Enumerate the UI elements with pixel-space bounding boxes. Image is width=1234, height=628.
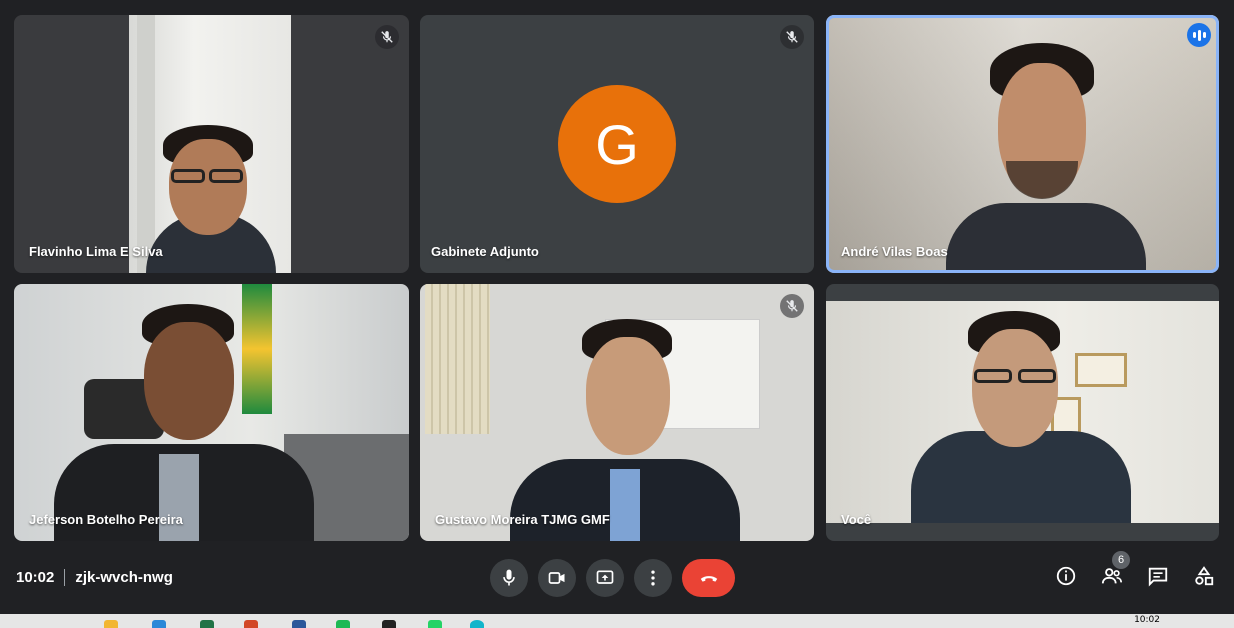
taskbar-app-icon[interactable]: [470, 620, 484, 628]
taskbar-clock[interactable]: 10:02: [1134, 615, 1160, 625]
chat-button[interactable]: [1146, 564, 1170, 588]
participant-name: Gustavo Moreira TJMG GMF: [435, 512, 610, 527]
video-feed: [826, 15, 1219, 273]
more-options-icon: [651, 570, 655, 586]
info-icon: [1056, 566, 1076, 586]
taskbar-app-icon[interactable]: [152, 620, 166, 628]
participants-button[interactable]: 6: [1100, 551, 1130, 588]
meeting-code: zjk-wvch-nwg: [75, 569, 173, 586]
mic-toggle-button[interactable]: [490, 559, 528, 597]
participant-tile[interactable]: Você: [826, 284, 1219, 541]
chat-icon: [1148, 567, 1168, 587]
video-feed: [826, 301, 1219, 523]
taskbar-app-icon[interactable]: [200, 620, 214, 628]
participant-tile[interactable]: André Vilas Boas: [826, 15, 1219, 273]
meeting-details-button[interactable]: [1054, 564, 1078, 588]
meet-window: Flavinho Lima E Silva G Gabinete Adjunto…: [0, 0, 1234, 628]
meeting-info: 10:02 zjk-wvch-nwg: [16, 569, 173, 586]
participant-name: André Vilas Boas: [841, 244, 948, 259]
taskbar-app-icon[interactable]: [104, 620, 118, 628]
video-feed: [420, 284, 814, 541]
speaking-indicator-icon: [1187, 23, 1211, 47]
taskbar-app-icon[interactable]: [336, 620, 350, 628]
video-feed: [129, 15, 291, 273]
activities-button[interactable]: [1192, 564, 1216, 588]
side-panel-controls: 6: [1054, 551, 1216, 588]
participant-avatar: G: [558, 85, 676, 203]
participant-tile[interactable]: Flavinho Lima E Silva: [14, 15, 409, 273]
hang-up-icon: [700, 576, 717, 582]
participant-name: Flavinho Lima E Silva: [29, 244, 163, 259]
present-now-button[interactable]: [586, 559, 624, 597]
mic-off-icon: [780, 25, 804, 49]
mic-off-icon: [375, 25, 399, 49]
call-controls: [490, 559, 735, 597]
mic-off-icon: [780, 294, 804, 318]
taskbar-app-icon[interactable]: [382, 620, 396, 628]
more-options-button[interactable]: [634, 559, 672, 597]
taskbar-app-icon[interactable]: [428, 620, 442, 628]
participant-count-badge: 6: [1112, 551, 1130, 569]
activities-icon: [1195, 566, 1214, 586]
mic-icon: [503, 569, 515, 586]
participant-name: Jeferson Botelho Pereira: [29, 512, 183, 527]
participant-tile[interactable]: Gustavo Moreira TJMG GMF: [420, 284, 814, 541]
camera-icon: [548, 572, 565, 584]
video-feed: [14, 284, 409, 541]
leave-call-button[interactable]: [682, 559, 735, 597]
meeting-controls-bar: 10:02 zjk-wvch-nwg 6: [0, 548, 1234, 608]
participant-name: Gabinete Adjunto: [431, 244, 539, 259]
taskbar-app-icon[interactable]: [292, 620, 306, 628]
participant-tile[interactable]: Jeferson Botelho Pereira: [14, 284, 409, 541]
taskbar-app-icon[interactable]: [244, 620, 258, 628]
participant-tile[interactable]: G Gabinete Adjunto: [420, 15, 814, 273]
participant-name: Você: [841, 512, 872, 527]
present-screen-icon: [596, 570, 614, 584]
divider: [64, 569, 66, 586]
meeting-time: 10:02: [16, 569, 55, 586]
os-taskbar: 10:02: [0, 614, 1234, 628]
camera-toggle-button[interactable]: [538, 559, 576, 597]
